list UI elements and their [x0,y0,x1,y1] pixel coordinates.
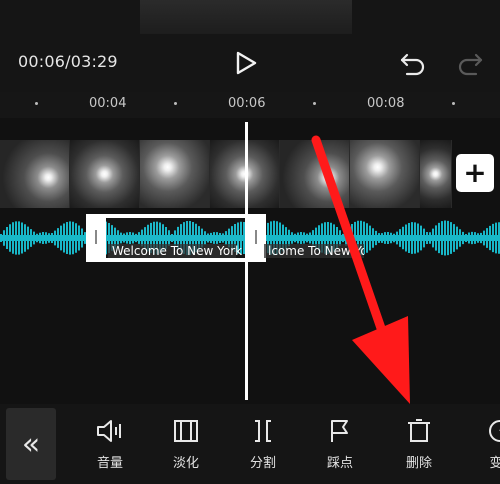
tool-delete[interactable]: 删除 [389,416,449,476]
redo-icon [458,53,483,76]
speed-icon [489,420,500,442]
tool-label: 音量 [96,456,123,471]
video-frame [140,140,210,208]
trim-handle-right[interactable] [246,214,266,262]
video-preview [140,0,352,34]
undo-button[interactable] [398,48,428,78]
tool-label: 踩点 [326,456,353,471]
tool-label: 分割 [249,456,276,471]
ruler-tick-label: 00:04 [89,96,127,111]
ruler-dot [452,102,455,105]
video-track[interactable] [0,140,452,208]
tool-speed[interactable]: 变 [466,416,500,476]
ruler-dot [174,102,177,105]
ruler-tick-label: 00:06 [228,96,266,111]
video-frame [280,140,350,208]
trim-handle-left[interactable] [86,214,106,262]
undo-icon [400,53,425,76]
redo-button[interactable] [455,48,485,78]
play-button[interactable] [232,48,260,78]
video-frame [350,140,420,208]
video-frame [420,140,452,208]
flag-icon [331,420,348,442]
audio-clip-title: Welcome To New York [108,244,242,258]
timeline-ruler[interactable]: 00:04 00:06 00:08 [0,92,500,118]
video-frame [0,140,70,208]
audio-clip-title: lcome To New York [264,244,364,258]
ruler-dot [313,102,316,105]
ruler-dot [35,102,38,105]
playhead[interactable] [245,122,248,400]
time-display: 00:06/03:29 [18,52,118,71]
delete-icon [408,419,430,442]
ruler-tick-label: 00:08 [367,96,405,111]
fade-icon [174,420,198,442]
tool-label: 淡化 [172,456,199,471]
tool-volume[interactable]: 音量 [80,416,140,476]
volume-icon [97,420,121,442]
video-frame [70,140,140,208]
split-icon [255,420,271,442]
tool-beat[interactable]: 踩点 [310,416,370,476]
plus-icon: + [463,156,487,189]
double-chevron-left-icon: « [21,426,41,462]
collapse-toolbar-button[interactable]: « [6,408,56,480]
tool-label: 删除 [405,456,432,471]
play-icon [236,51,257,75]
add-clip-button[interactable]: + [456,154,494,192]
tool-split[interactable]: 分割 [233,416,293,476]
tool-label: 变 [489,456,500,471]
tool-fade[interactable]: 淡化 [156,416,216,476]
